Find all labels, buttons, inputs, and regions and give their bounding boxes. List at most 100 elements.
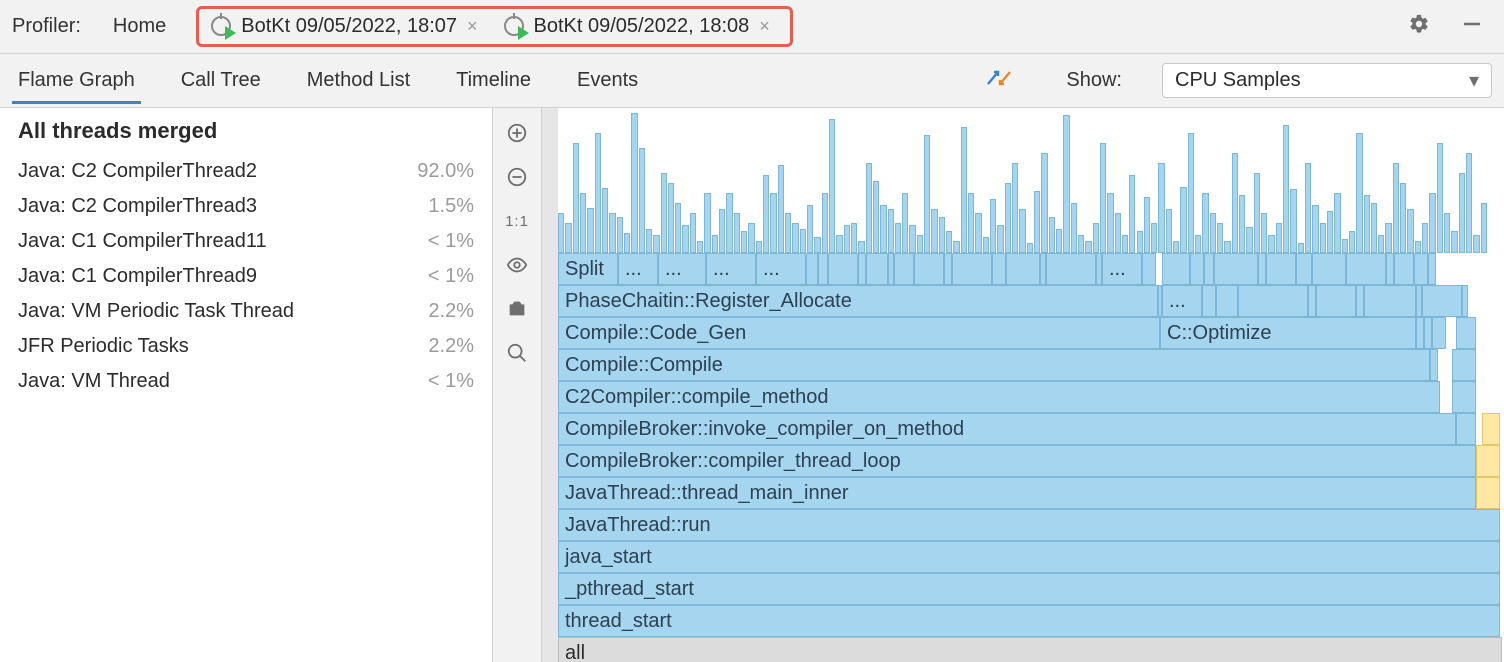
flame-frame[interactable]: thread_start	[558, 605, 1500, 637]
flame-frame[interactable]	[668, 183, 674, 253]
thread-row[interactable]: JFR Periodic Tasks 2.2%	[18, 329, 474, 364]
flame-frame[interactable]	[1356, 133, 1362, 253]
flame-frame[interactable]	[1481, 203, 1487, 253]
flame-frame[interactable]: ...	[706, 253, 756, 285]
flame-frame[interactable]: ...	[618, 253, 658, 285]
flame-frame[interactable]	[1424, 317, 1432, 349]
tab-call-tree[interactable]: Call Tree	[175, 57, 267, 104]
flame-frame[interactable]	[1144, 197, 1150, 253]
flame-frame[interactable]	[1158, 163, 1164, 253]
flame-frame[interactable]	[814, 237, 820, 253]
flame-frame[interactable]: CompileBroker::compiler_thread_loop	[558, 445, 1476, 477]
flame-frame[interactable]: ...	[756, 253, 806, 285]
flame-frame[interactable]	[888, 209, 894, 253]
flame-frame[interactable]	[1190, 253, 1204, 285]
flame-frame[interactable]	[1046, 253, 1096, 285]
flame-frame[interactable]	[975, 213, 981, 253]
flame-frame[interactable]	[997, 225, 1003, 253]
flame-frame[interactable]	[1473, 235, 1479, 253]
flame-frame[interactable]	[785, 213, 791, 253]
flame-frame[interactable]	[1356, 285, 1364, 317]
flame-frame[interactable]: _pthread_start	[558, 573, 1500, 605]
flame-frame[interactable]	[1100, 143, 1106, 253]
flame-frame[interactable]	[726, 193, 732, 253]
flame-frame[interactable]	[1268, 235, 1274, 253]
flame-frame[interactable]	[1224, 241, 1230, 253]
flame-frame[interactable]	[952, 253, 992, 285]
flame-frame[interactable]	[902, 193, 908, 253]
flame-frame[interactable]	[1452, 381, 1476, 413]
flame-frame[interactable]	[1407, 209, 1413, 253]
flame-frame[interactable]	[1459, 173, 1465, 253]
flame-frame[interactable]	[573, 143, 579, 253]
flame-frame[interactable]	[1258, 253, 1266, 285]
flame-frame[interactable]	[1416, 317, 1424, 349]
flame-frame[interactable]	[617, 217, 623, 253]
flame-frame[interactable]	[946, 231, 952, 253]
flame-frame[interactable]	[844, 225, 850, 253]
eye-icon[interactable]	[500, 248, 534, 282]
flame-frame[interactable]	[1019, 209, 1025, 253]
flame-frame[interactable]	[961, 127, 967, 253]
gear-icon[interactable]	[1398, 9, 1440, 45]
flame-frame[interactable]: C2Compiler::compile_method	[558, 381, 1440, 413]
flame-frame[interactable]	[756, 241, 762, 253]
flame-frame[interactable]	[1334, 193, 1340, 253]
flame-frame[interactable]	[639, 148, 645, 253]
flame-frame[interactable]	[1364, 195, 1370, 253]
flame-frame[interactable]	[1202, 193, 1208, 253]
flame-frame[interactable]	[866, 163, 872, 253]
flame-frame[interactable]	[1254, 173, 1260, 253]
flame-frame[interactable]	[807, 205, 813, 253]
tab-events[interactable]: Events	[571, 57, 644, 104]
flame-frame[interactable]	[1432, 317, 1446, 349]
flame-frame[interactable]	[829, 119, 835, 253]
flame-frame[interactable]	[1452, 349, 1476, 381]
flame-frame[interactable]	[661, 173, 667, 253]
flame-frame[interactable]	[1180, 187, 1186, 253]
flame-frame[interactable]	[1476, 477, 1500, 509]
flame-frame[interactable]	[968, 193, 974, 253]
thread-row[interactable]: Java: C2 CompilerThread2 92.0%	[18, 154, 474, 189]
zoom-in-icon[interactable]	[500, 116, 534, 150]
flame-frame[interactable]	[990, 199, 996, 253]
flame-frame[interactable]	[1476, 445, 1500, 477]
flame-frame[interactable]	[1232, 153, 1238, 253]
flame-frame[interactable]	[1349, 231, 1355, 253]
flame-frame[interactable]	[697, 241, 703, 253]
thread-row[interactable]: Java: C1 CompilerThread11 < 1%	[18, 224, 474, 259]
flame-frame[interactable]	[1371, 203, 1377, 253]
flame-frame[interactable]	[1414, 253, 1428, 285]
flame-frame[interactable]	[931, 209, 937, 253]
flame-frame[interactable]: java_start	[558, 541, 1500, 573]
flame-frame[interactable]	[1312, 205, 1318, 253]
flame-frame[interactable]	[595, 133, 601, 253]
flame-frame[interactable]	[1466, 153, 1472, 253]
flame-frame[interactable]	[1093, 223, 1099, 253]
flame-frame[interactable]	[858, 253, 866, 285]
flame-frame[interactable]	[873, 181, 879, 253]
flame-frame[interactable]	[646, 229, 652, 253]
flame-frame[interactable]	[1005, 183, 1011, 253]
flame-frame[interactable]	[866, 253, 888, 285]
flame-frame[interactable]	[1041, 153, 1047, 253]
flame-frame[interactable]	[1202, 285, 1216, 317]
zoom-out-icon[interactable]	[500, 160, 534, 194]
flame-frame[interactable]	[1422, 285, 1462, 317]
flame-frame[interactable]	[1137, 231, 1143, 253]
flame-frame[interactable]	[609, 213, 615, 253]
flame-frame[interactable]	[851, 223, 857, 253]
close-icon[interactable]: ×	[465, 16, 480, 37]
flame-frame[interactable]	[565, 223, 571, 253]
profiler-tab-0[interactable]: BotKt 09/05/2022, 18:07 ×	[203, 11, 493, 42]
thread-row[interactable]: Java: VM Periodic Task Thread 2.2%	[18, 294, 474, 329]
flame-frame[interactable]	[1151, 223, 1157, 253]
flame-frame[interactable]	[1214, 253, 1258, 285]
flame-frame[interactable]	[748, 223, 754, 253]
flame-frame[interactable]	[1107, 193, 1113, 253]
flame-frame[interactable]	[1444, 213, 1450, 253]
flame-frame[interactable]	[1056, 229, 1062, 253]
flame-graph-area[interactable]: Split ... ... ... ... ...	[542, 108, 1504, 662]
home-link[interactable]: Home	[101, 9, 178, 44]
flame-frame[interactable]	[895, 223, 901, 253]
